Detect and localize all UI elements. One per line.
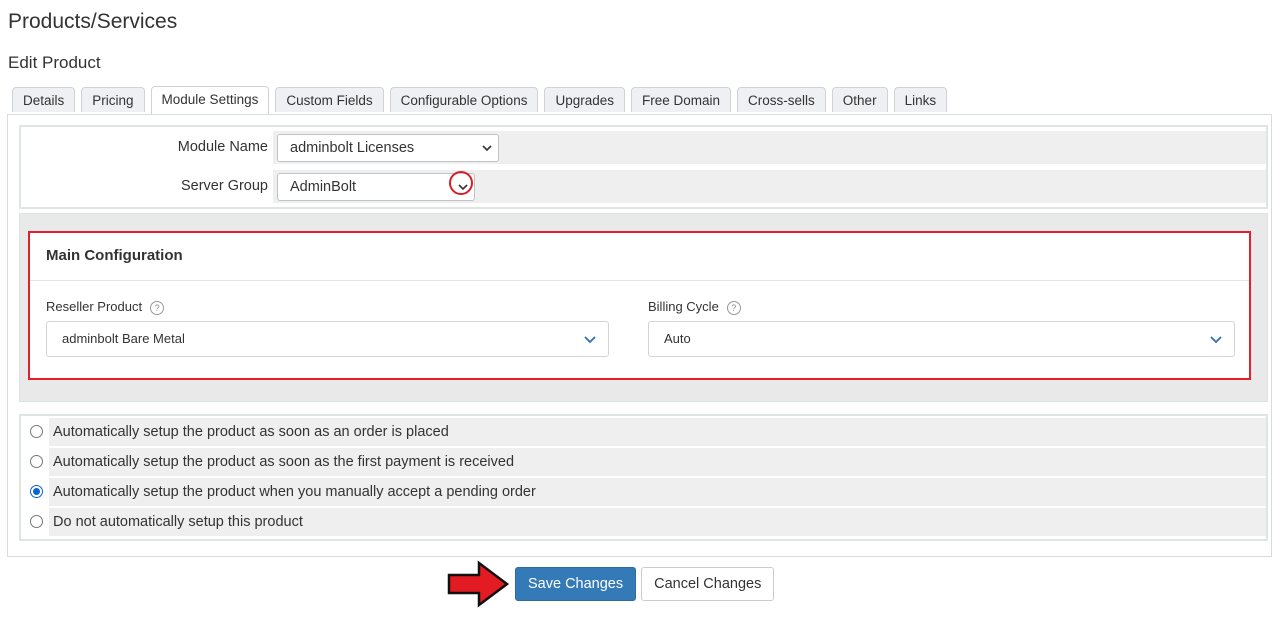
setup-option-row[interactable]: Automatically setup the product as soon … [21, 448, 1266, 476]
tab-pricing[interactable]: Pricing [81, 87, 145, 112]
setup-option-label: Automatically setup the product when you… [53, 484, 536, 500]
server-group-row: Server Group AdminBolt [21, 168, 1266, 205]
question-circle-icon[interactable]: ? [726, 300, 741, 315]
main-configuration-card: Main Configuration Reseller Product? adm… [28, 231, 1251, 380]
reseller-product-label: Reseller Product [46, 299, 143, 314]
tab-links[interactable]: Links [893, 87, 948, 112]
billing-cycle-label: Billing Cycle [648, 299, 719, 314]
setup-option-label: Do not automatically setup this product [53, 514, 303, 530]
form-actions: Save Changes Cancel Changes [515, 567, 775, 601]
setup-option-label: Automatically setup the product as soon … [53, 454, 515, 470]
tab-bar: Details Pricing Module Settings Custom F… [12, 86, 948, 114]
server-group-value: AdminBolt [290, 179, 357, 195]
server-group-select[interactable]: AdminBolt [277, 173, 475, 201]
module-config-wrapper: Main Configuration Reseller Product? adm… [19, 213, 1268, 402]
save-changes-button[interactable]: Save Changes [515, 567, 637, 601]
radio-button[interactable] [30, 515, 43, 528]
module-name-label: Module Name [177, 139, 268, 155]
billing-cycle-select[interactable]: Auto [648, 321, 1235, 357]
tab-free-domain[interactable]: Free Domain [631, 87, 732, 112]
chevron-down-icon [1210, 322, 1222, 368]
billing-cycle-label-wrap: Billing Cycle? [648, 299, 741, 315]
main-configuration-heading: Main Configuration [46, 247, 183, 264]
setup-option-label: Automatically setup the product as soon … [53, 424, 449, 440]
module-name-cell: adminbolt Licenses [273, 131, 1266, 164]
right-arrow-icon [446, 560, 510, 613]
page-subtitle: Edit Product [8, 53, 101, 72]
tab-details[interactable]: Details [12, 87, 76, 112]
cancel-changes-button[interactable]: Cancel Changes [641, 567, 775, 601]
billing-cycle-value: Auto [664, 331, 691, 346]
reseller-product-select[interactable]: adminbolt Bare Metal [46, 321, 609, 357]
server-group-cell: AdminBolt [273, 170, 1266, 203]
page-title: Products/Services [8, 10, 178, 33]
module-name-select[interactable]: adminbolt Licenses [277, 134, 499, 162]
question-circle-icon[interactable]: ? [150, 300, 165, 315]
divider [30, 280, 1249, 281]
radio-button[interactable] [30, 455, 43, 468]
tab-upgrades[interactable]: Upgrades [544, 87, 625, 112]
server-group-label: Server Group [180, 178, 268, 194]
tab-module-settings[interactable]: Module Settings [150, 86, 270, 114]
tab-configurable-options[interactable]: Configurable Options [389, 87, 539, 112]
tab-custom-fields[interactable]: Custom Fields [275, 87, 384, 112]
tab-other[interactable]: Other [831, 87, 888, 112]
reseller-product-label-wrap: Reseller Product? [46, 299, 165, 315]
chevron-down-icon [482, 135, 492, 171]
tab-cross-sells[interactable]: Cross-sells [737, 87, 826, 112]
module-name-row: Module Name adminbolt Licenses [21, 129, 1266, 166]
chevron-down-icon [584, 322, 596, 368]
tab-content-panel: Module Name adminbolt Licenses Server Gr… [7, 114, 1272, 557]
module-name-value: adminbolt Licenses [290, 140, 415, 156]
module-form-table: Module Name adminbolt Licenses Server Gr… [19, 125, 1268, 209]
reseller-product-value: adminbolt Bare Metal [62, 331, 185, 346]
setup-option-row[interactable]: Automatically setup the product when you… [21, 478, 1266, 506]
highlight-circle-annotation [449, 171, 473, 195]
radio-button[interactable] [30, 425, 43, 438]
setup-option-row[interactable]: Do not automatically setup this product [21, 508, 1266, 536]
auto-setup-options: Automatically setup the product as soon … [19, 414, 1268, 541]
setup-option-row[interactable]: Automatically setup the product as soon … [21, 418, 1266, 446]
radio-button-selected[interactable] [30, 485, 43, 498]
